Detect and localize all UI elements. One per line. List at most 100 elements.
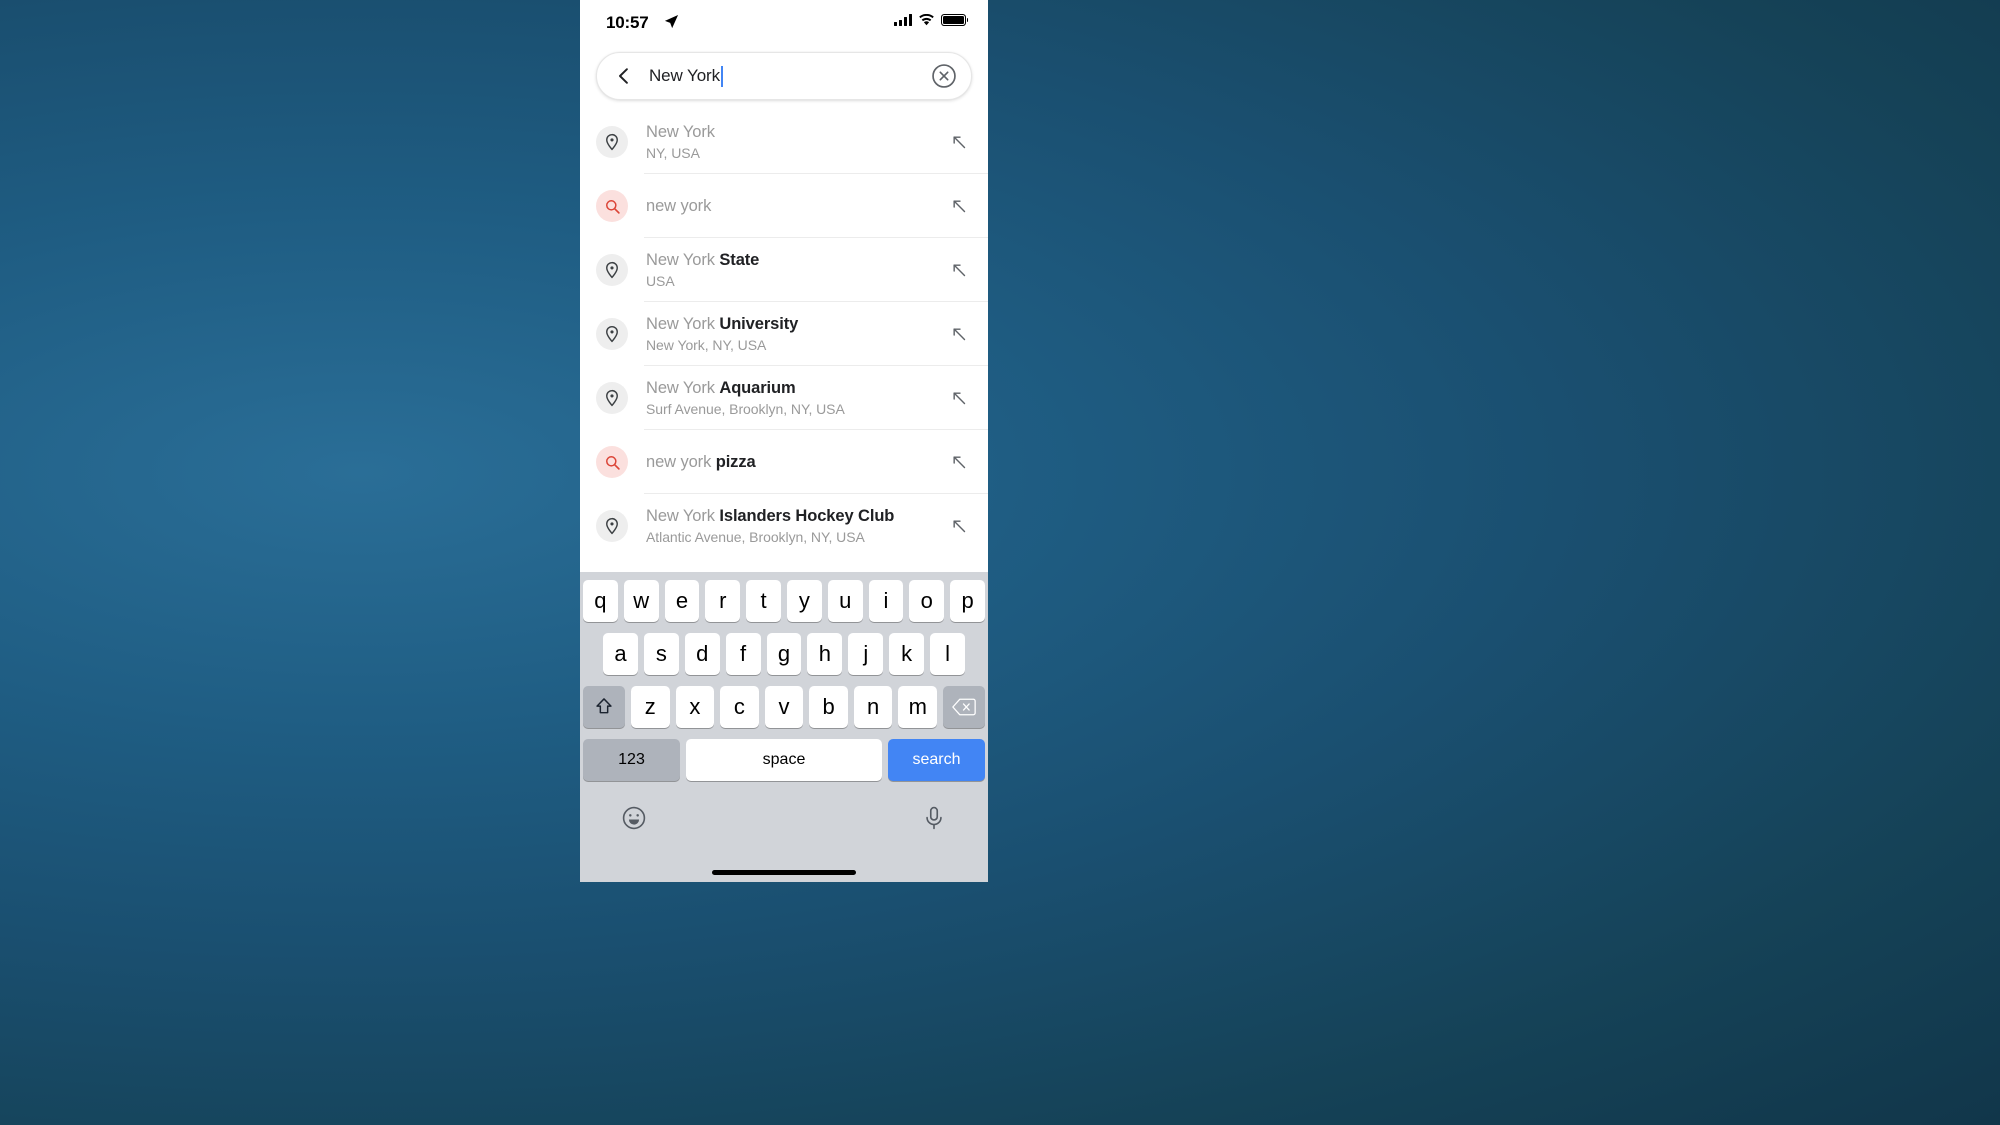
key-c[interactable]: c bbox=[720, 686, 759, 728]
backspace-key[interactable] bbox=[943, 686, 986, 728]
suggestion-rest: Islanders Hockey Club bbox=[719, 506, 895, 525]
suggestion-match: new york bbox=[646, 196, 712, 215]
key-h[interactable]: h bbox=[807, 633, 843, 675]
suggestion-text: New York State USA bbox=[646, 250, 936, 290]
backspace-icon bbox=[952, 698, 976, 716]
arrow-up-left-icon[interactable] bbox=[946, 385, 972, 411]
search-bar-container: New York bbox=[580, 44, 988, 110]
space-key[interactable]: space bbox=[686, 739, 882, 781]
suggestion-subtitle: NY, USA bbox=[646, 144, 700, 161]
status-icons bbox=[894, 14, 969, 26]
key-f[interactable]: f bbox=[725, 633, 761, 675]
key-j[interactable]: j bbox=[848, 633, 884, 675]
suggestion-match: New York bbox=[646, 378, 720, 397]
status-time: 10:57 bbox=[606, 13, 649, 32]
suggestion-text: New York Aquarium Surf Avenue, Brooklyn, … bbox=[646, 378, 936, 418]
map-pin-icon bbox=[596, 254, 628, 286]
key-o[interactable]: o bbox=[909, 580, 945, 622]
map-pin-icon bbox=[596, 126, 628, 158]
key-d[interactable]: d bbox=[684, 633, 720, 675]
wifi-icon bbox=[919, 14, 934, 26]
suggestion-rest: University bbox=[719, 314, 799, 333]
suggestion-title: New York State bbox=[646, 250, 936, 270]
key-g[interactable]: g bbox=[766, 633, 802, 675]
arrow-up-left-icon[interactable] bbox=[946, 257, 972, 283]
arrow-up-left-icon[interactable] bbox=[946, 129, 972, 155]
suggestion-subtitle: USA bbox=[646, 272, 675, 289]
suggestion-subtitle: New York, NY, USA bbox=[646, 336, 767, 353]
microphone-icon[interactable] bbox=[921, 805, 947, 831]
map-pin-icon bbox=[596, 382, 628, 414]
suggestion-title: New York bbox=[646, 122, 936, 142]
search-bar[interactable]: New York bbox=[596, 52, 972, 100]
key-q[interactable]: q bbox=[583, 580, 618, 622]
text-caret bbox=[721, 65, 724, 87]
suggestion-row[interactable]: New York NY, USA bbox=[580, 110, 988, 174]
suggestion-match: New York bbox=[646, 122, 715, 141]
emoji-smiley-icon[interactable] bbox=[621, 805, 647, 831]
home-indicator bbox=[712, 870, 856, 875]
keyboard-row-1: qwertyuiop bbox=[583, 580, 985, 622]
map-pin-icon bbox=[596, 318, 628, 350]
key-a[interactable]: a bbox=[603, 633, 638, 675]
key-u[interactable]: u bbox=[827, 580, 863, 622]
suggestion-rest: Aquarium bbox=[719, 378, 796, 397]
key-l[interactable]: l bbox=[930, 633, 966, 675]
search-input-value: New York bbox=[649, 66, 721, 85]
search-key[interactable]: search bbox=[888, 739, 985, 781]
suggestion-title: New York University bbox=[646, 314, 936, 334]
key-x[interactable]: x bbox=[675, 686, 715, 728]
map-pin-icon bbox=[596, 510, 628, 542]
key-m[interactable]: m bbox=[898, 686, 938, 728]
search-input[interactable]: New York bbox=[649, 65, 931, 87]
suggestion-text: New York NY, USA bbox=[646, 122, 936, 162]
key-n[interactable]: n bbox=[853, 686, 893, 728]
suggestion-title: New York Islanders Hockey Club bbox=[646, 506, 936, 526]
suggestion-match: New York bbox=[646, 250, 720, 269]
status-bar: 10:57 bbox=[580, 0, 988, 44]
arrow-up-left-icon[interactable] bbox=[946, 449, 972, 475]
keyboard-row-3: z x c v b n m bbox=[582, 686, 986, 728]
suggestion-row[interactable]: New York University New York, NY, USA bbox=[580, 302, 988, 366]
search-history-icon bbox=[596, 446, 628, 478]
keyboard-row-4: 123 space search bbox=[583, 739, 985, 781]
key-v[interactable]: v bbox=[764, 686, 804, 728]
clear-circle-icon[interactable] bbox=[931, 63, 957, 89]
key-t[interactable]: t bbox=[746, 580, 781, 622]
suggestion-row[interactable]: New York State USA bbox=[580, 238, 988, 302]
suggestion-subtitle: Surf Avenue, Brooklyn, NY, USA bbox=[646, 400, 845, 417]
key-z[interactable]: z bbox=[630, 686, 670, 728]
suggestion-row[interactable]: new york bbox=[580, 174, 988, 238]
suggestion-match: New York bbox=[646, 506, 720, 525]
suggestion-row[interactable]: new york pizza bbox=[580, 430, 988, 494]
key-i[interactable]: i bbox=[868, 580, 904, 622]
keyboard-bottom-bar bbox=[583, 789, 985, 841]
key-y[interactable]: y bbox=[787, 580, 822, 622]
suggestion-row[interactable]: New York Islanders Hockey Club Atlantic A… bbox=[580, 494, 988, 558]
key-k[interactable]: k bbox=[889, 633, 925, 675]
suggestion-text: New York University New York, NY, USA bbox=[646, 314, 936, 354]
arrow-up-left-icon[interactable] bbox=[946, 193, 972, 219]
key-p[interactable]: p bbox=[950, 580, 985, 622]
key-s[interactable]: s bbox=[643, 633, 679, 675]
key-r[interactable]: r bbox=[705, 580, 741, 622]
arrow-up-left-icon[interactable] bbox=[946, 321, 972, 347]
suggestion-row[interactable]: New York Aquarium Surf Avenue, Brooklyn, … bbox=[580, 366, 988, 430]
suggestion-match: new york bbox=[646, 452, 716, 471]
suggestion-subtitle: Atlantic Avenue, Brooklyn, NY, USA bbox=[646, 528, 865, 545]
chevron-left-icon[interactable] bbox=[609, 61, 639, 91]
key-w[interactable]: w bbox=[623, 580, 659, 622]
suggestion-rest: pizza bbox=[715, 452, 756, 471]
suggestion-match: New York bbox=[646, 314, 720, 333]
suggestion-title: New York Aquarium bbox=[646, 378, 936, 398]
suggestion-title: new york bbox=[646, 196, 936, 216]
key-b[interactable]: b bbox=[809, 686, 848, 728]
shift-key[interactable] bbox=[582, 686, 625, 728]
suggestion-list: New York NY, USA new york New York State USA… bbox=[580, 110, 988, 558]
arrow-up-left-icon[interactable] bbox=[946, 513, 972, 539]
suggestion-text: new york bbox=[646, 196, 936, 216]
key-e[interactable]: e bbox=[664, 580, 700, 622]
search-history-icon bbox=[596, 190, 628, 222]
keyboard-row-2: asdfghjkl bbox=[583, 633, 985, 675]
numbers-key[interactable]: 123 bbox=[583, 739, 680, 781]
